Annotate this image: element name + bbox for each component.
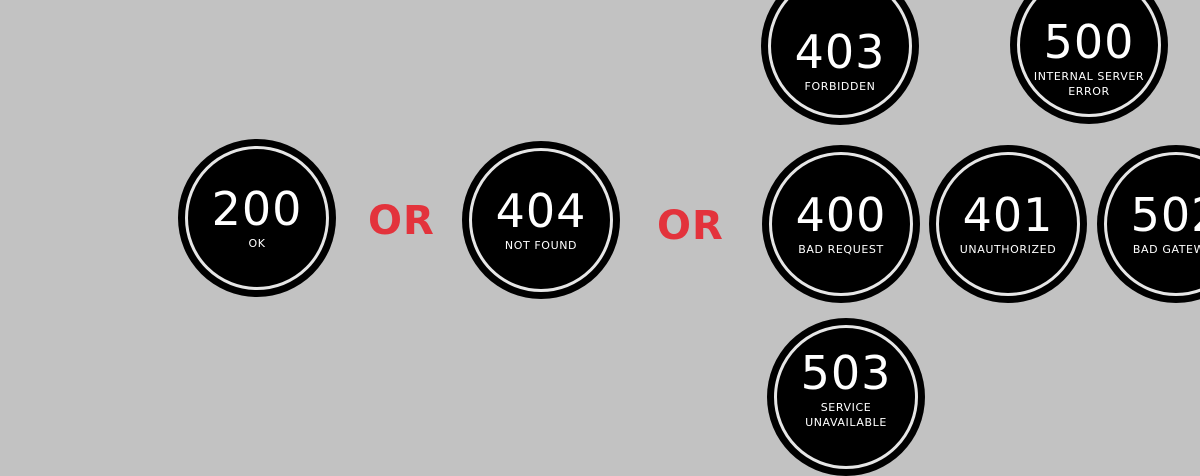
status-code: 200 [211,182,303,236]
status-code: 502 [1130,188,1200,242]
status-label: UNAUTHORIZED [959,243,1057,256]
status-code: 403 [794,25,886,79]
status-label: SERVICE UNAVAILABLE [805,400,887,429]
status-badge-200: 200 OK [178,139,336,297]
status-badge-502: 502 BAD GATEWAY [1097,145,1200,303]
or-separator-2: OR [657,203,724,249]
status-badge-400: 400 BAD REQUEST [762,145,920,303]
status-code: 404 [495,184,587,238]
status-label: FORBIDDEN [804,80,876,93]
status-code: 401 [962,188,1054,242]
status-code: 500 [1043,14,1135,69]
status-badge-403: 403 FORBIDDEN [761,0,919,125]
status-label: NOT FOUND [504,239,578,252]
status-badge-401: 401 UNAUTHORIZED [929,145,1087,303]
status-code: 503 [800,345,892,400]
status-code: 400 [795,188,887,242]
status-label: INTERNAL SERVER ERROR [1033,69,1145,98]
status-badge-404: 404 NOT FOUND [462,141,620,299]
status-badge-500: 500 INTERNAL SERVER ERROR [1010,0,1168,124]
status-label: OK [248,237,266,250]
status-label: BAD GATEWAY [1132,243,1200,256]
status-label: BAD REQUEST [798,243,884,256]
status-badge-503: 503 SERVICE UNAVAILABLE [767,318,925,476]
or-separator-1: OR [368,198,435,244]
